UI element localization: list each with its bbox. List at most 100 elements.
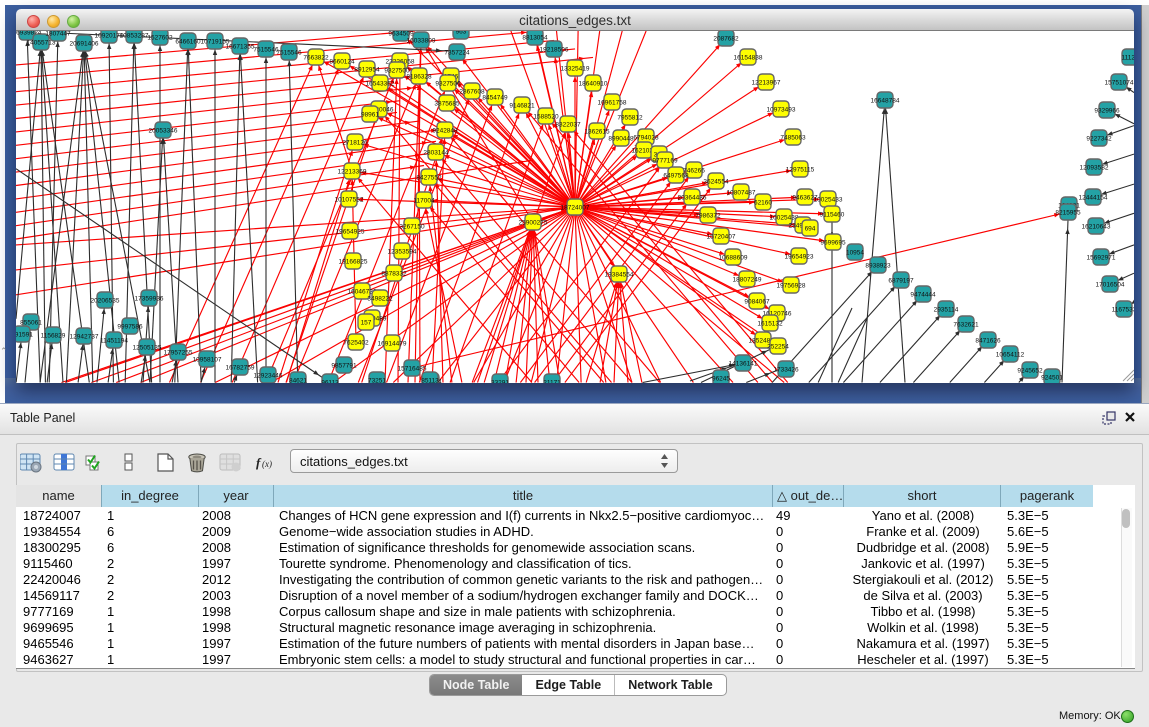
svg-text:9084067: 9084067 xyxy=(744,298,770,305)
svg-text:7632621: 7632621 xyxy=(953,321,979,328)
svg-text:252254: 252254 xyxy=(767,343,789,350)
svg-text:10654112: 10654112 xyxy=(996,351,1025,358)
svg-text:15720407: 15720407 xyxy=(707,233,736,240)
svg-text:96113: 96113 xyxy=(321,379,339,383)
svg-text:19654925: 19654925 xyxy=(336,228,365,235)
svg-text:3498222: 3498222 xyxy=(367,295,393,302)
svg-text:20364436: 20364436 xyxy=(678,194,707,201)
svg-text:1615132: 1615132 xyxy=(757,320,783,327)
svg-text:33291: 33291 xyxy=(491,379,509,383)
svg-text:18807249: 18807249 xyxy=(733,276,762,283)
svg-text:12213369: 12213369 xyxy=(338,168,367,175)
svg-text:85113: 85113 xyxy=(421,377,439,383)
svg-text:7625402: 7625402 xyxy=(343,339,369,346)
svg-text:9245652: 9245652 xyxy=(1017,367,1043,374)
svg-text:2718126: 2718126 xyxy=(342,139,368,146)
svg-text:10954: 10954 xyxy=(846,249,864,256)
svg-text:16914479: 16914479 xyxy=(378,340,407,347)
svg-text:11123: 11123 xyxy=(1121,54,1134,61)
svg-text:1588520: 1588520 xyxy=(533,113,559,120)
svg-text:8471626: 8471626 xyxy=(975,337,1001,344)
svg-text:9474444: 9474444 xyxy=(910,291,936,298)
svg-text:8813054: 8813054 xyxy=(522,34,548,41)
svg-text:15751074: 15751074 xyxy=(1105,79,1134,86)
svg-text:8427552: 8427552 xyxy=(416,174,442,181)
svg-text:694: 694 xyxy=(805,225,816,232)
svg-text:6466160: 6466160 xyxy=(175,38,201,45)
svg-text:20053346: 20053346 xyxy=(149,127,178,134)
svg-text:1362615: 1362615 xyxy=(584,128,610,135)
svg-text:20691406: 20691406 xyxy=(70,40,99,47)
svg-text:16648784: 16648784 xyxy=(871,97,900,104)
svg-text:18640910: 18640910 xyxy=(579,80,608,87)
svg-text:3624554: 3624554 xyxy=(703,178,729,185)
svg-text:12353594: 12353594 xyxy=(388,248,417,255)
svg-text:8878332: 8878332 xyxy=(381,270,407,277)
svg-text:(x): (x) xyxy=(262,459,272,469)
svg-text:3875685: 3875685 xyxy=(434,100,460,107)
svg-text:891591: 891591 xyxy=(16,331,33,338)
svg-text:16782759: 16782759 xyxy=(226,364,255,371)
svg-text:20206535: 20206535 xyxy=(91,297,120,304)
svg-text:8454749: 8454749 xyxy=(482,94,508,101)
svg-text:19218506: 19218506 xyxy=(540,46,569,53)
svg-text:12942737: 12942737 xyxy=(70,333,99,340)
svg-text:18724007: 18724007 xyxy=(561,204,590,211)
svg-text:8938923: 8938923 xyxy=(865,262,891,269)
svg-text:10688609: 10688609 xyxy=(719,254,748,261)
svg-text:1807447: 1807447 xyxy=(45,31,71,37)
svg-text:19384554: 19384554 xyxy=(605,271,634,278)
svg-text:16961758: 16961758 xyxy=(598,99,627,106)
svg-text:7663822: 7663822 xyxy=(303,54,329,61)
svg-text:8215955: 8215955 xyxy=(1055,209,1081,216)
svg-text:14136141: 14136141 xyxy=(729,360,758,367)
svg-text:10853287: 10853287 xyxy=(120,32,149,39)
svg-text:9777169: 9777169 xyxy=(652,157,678,164)
svg-text:1527602: 1527602 xyxy=(147,34,173,41)
svg-text:1733426: 1733426 xyxy=(773,366,799,373)
svg-text:924501: 924501 xyxy=(1041,374,1063,381)
svg-text:19166825: 19166825 xyxy=(339,258,368,265)
svg-text:73251: 73251 xyxy=(368,377,386,383)
svg-text:9463627: 9463627 xyxy=(792,194,818,201)
svg-text:16033809: 16033809 xyxy=(407,37,436,44)
svg-text:1156829: 1156829 xyxy=(41,332,66,339)
svg-text:62160: 62160 xyxy=(754,199,772,206)
svg-text:25900275: 25900275 xyxy=(519,219,548,226)
svg-text:12093582: 12093582 xyxy=(1080,164,1109,171)
svg-text:11451194: 11451194 xyxy=(100,337,128,344)
svg-text:9997586: 9997586 xyxy=(117,323,143,330)
svg-text:2087682: 2087682 xyxy=(713,35,739,42)
svg-text:2935114: 2935114 xyxy=(934,306,959,313)
svg-text:1167533: 1167533 xyxy=(1112,306,1134,313)
svg-text:9242848: 9242848 xyxy=(432,127,458,134)
svg-text:8912954: 8912954 xyxy=(354,66,380,73)
svg-text:12444154: 12444154 xyxy=(1079,194,1108,201)
svg-text:7986372: 7986372 xyxy=(695,212,721,219)
svg-text:16154838: 16154838 xyxy=(734,54,763,61)
svg-text:963: 963 xyxy=(456,31,467,35)
svg-text:17359936: 17359936 xyxy=(135,295,164,302)
svg-text:9329966: 9329966 xyxy=(1094,107,1120,114)
svg-text:2867608: 2867608 xyxy=(459,88,485,95)
svg-text:7485063: 7485063 xyxy=(780,134,806,141)
svg-text:10973493: 10973493 xyxy=(767,106,796,113)
svg-text:15692971: 15692971 xyxy=(1087,254,1116,261)
svg-text:157: 157 xyxy=(361,319,372,326)
svg-text:3267150: 3267150 xyxy=(399,223,425,230)
svg-text:6879197: 6879197 xyxy=(888,277,914,284)
svg-text:98961: 98961 xyxy=(361,111,379,118)
svg-text:7955812: 7955812 xyxy=(617,114,643,121)
svg-text:10807487: 10807487 xyxy=(727,189,756,196)
svg-text:7357224: 7357224 xyxy=(444,49,470,56)
svg-text:6497568: 6497568 xyxy=(663,172,689,179)
svg-text:13325419: 13325419 xyxy=(561,65,590,72)
svg-text:19756928: 19756928 xyxy=(777,282,806,289)
svg-text:15716485: 15716485 xyxy=(398,365,427,372)
svg-text:12505135: 12505135 xyxy=(133,344,162,351)
svg-text:10107552: 10107552 xyxy=(335,196,364,203)
svg-text:16210643: 16210643 xyxy=(1082,223,1111,230)
svg-text:9699695: 9699695 xyxy=(820,239,846,246)
svg-text:12923446: 12923446 xyxy=(254,372,283,379)
svg-text:19654923: 19654923 xyxy=(785,253,814,260)
